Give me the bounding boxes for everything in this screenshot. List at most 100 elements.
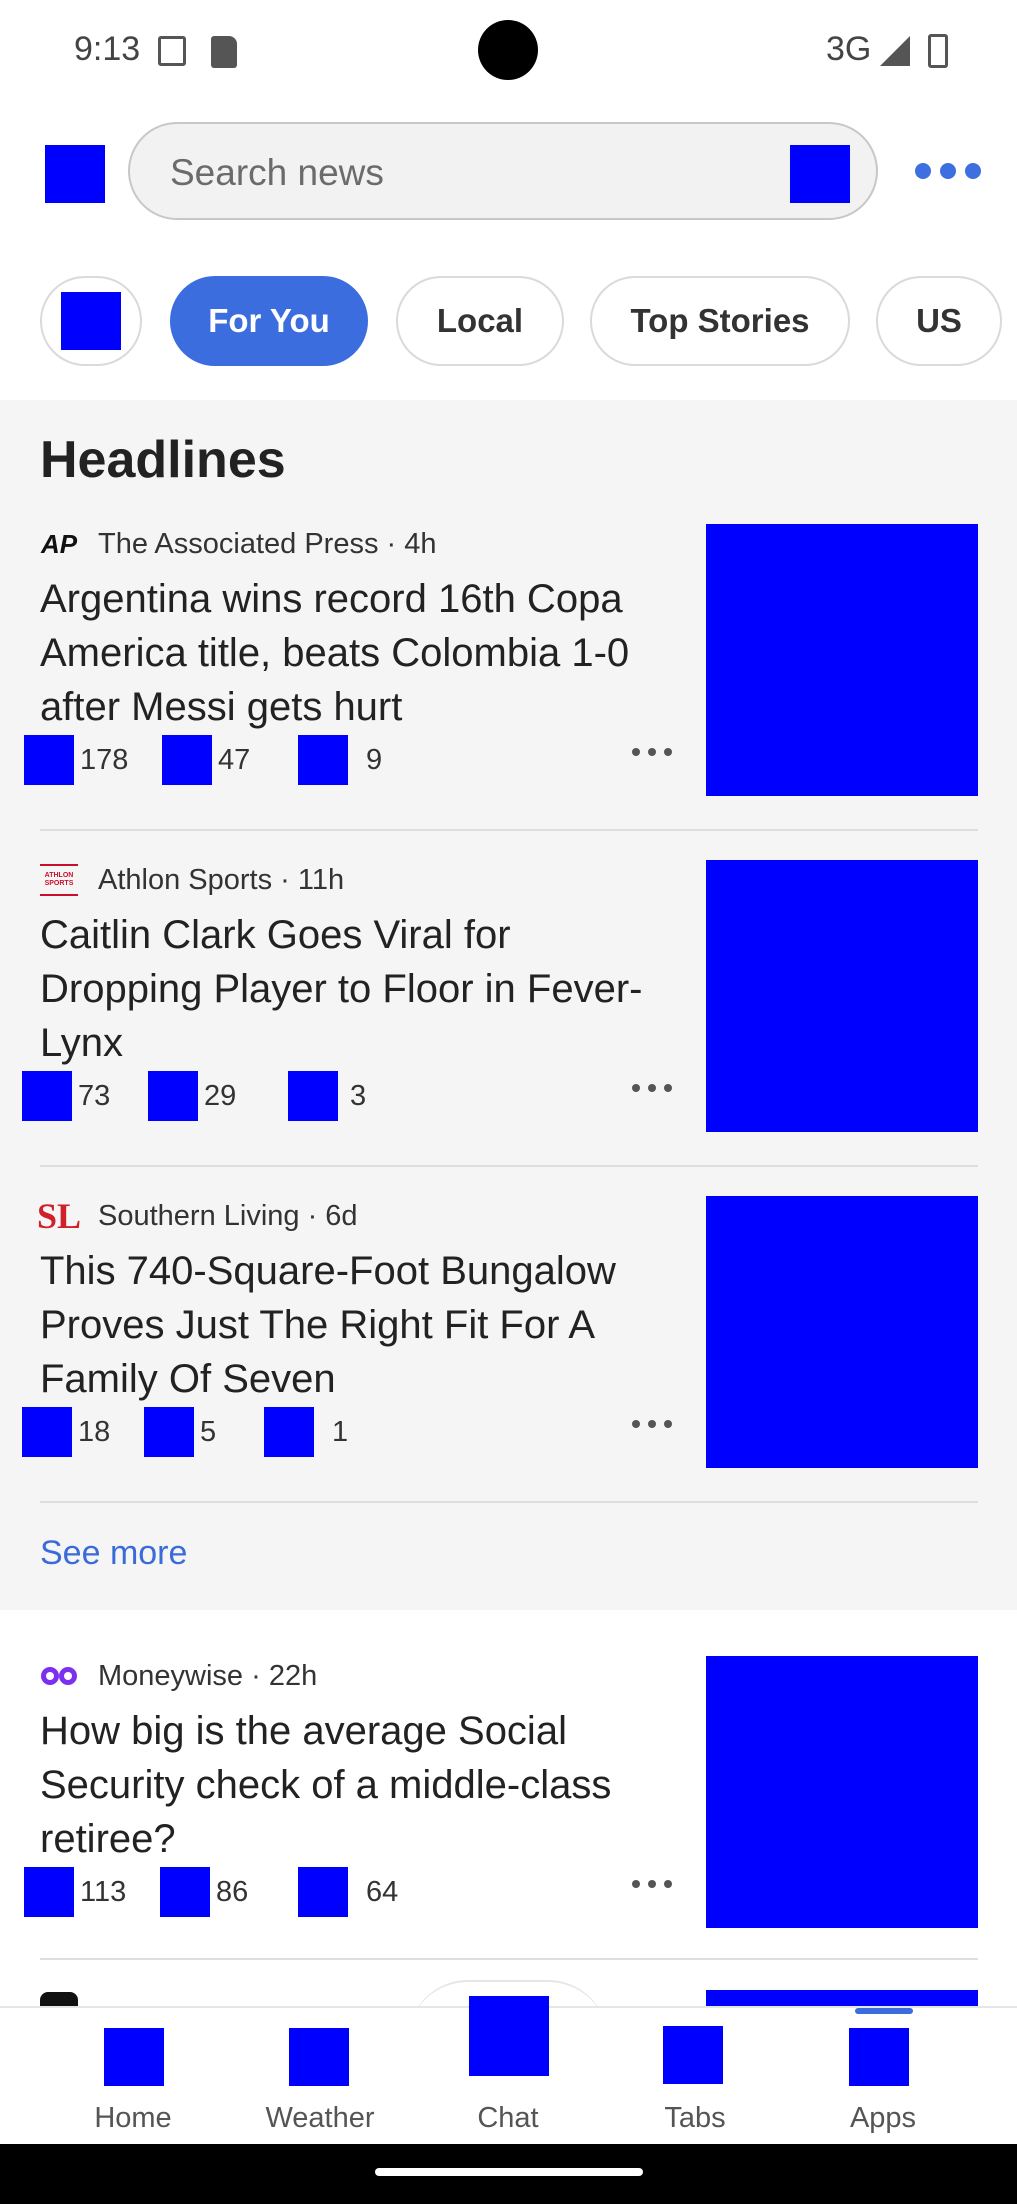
like-button[interactable]: 178 bbox=[24, 734, 128, 786]
like-count: 18 bbox=[78, 1415, 111, 1448]
tab-us[interactable]: US bbox=[876, 276, 1002, 366]
status-bar: 9:13 3G bbox=[0, 0, 1017, 100]
home-icon bbox=[104, 2028, 164, 2086]
source-label: Moneywise · 22h bbox=[98, 1659, 318, 1692]
app-logo-icon[interactable] bbox=[45, 145, 105, 203]
system-gesture-area bbox=[0, 2144, 1017, 2204]
battery-icon bbox=[928, 34, 948, 68]
dislike-count: 5 bbox=[200, 1415, 217, 1448]
network-type: 3G bbox=[826, 30, 872, 68]
dislike-button[interactable]: 47 bbox=[162, 734, 250, 786]
source-label: Southern Living · 6d bbox=[98, 1199, 358, 1232]
more-options-icon[interactable] bbox=[915, 158, 981, 184]
article-card[interactable]: Moneywise · 22h How big is the average S… bbox=[0, 1656, 1017, 1992]
article-more-icon[interactable] bbox=[632, 1880, 672, 1890]
nav-label: Weather bbox=[265, 2102, 375, 2134]
comment-icon bbox=[298, 735, 348, 785]
camera-cutout bbox=[478, 20, 538, 80]
comment-icon bbox=[264, 1407, 314, 1457]
article-card[interactable]: ATHLON SPORTS Athlon Sports · 11h Caitli… bbox=[0, 860, 1017, 1196]
article-actions: 73 29 3 bbox=[0, 1070, 680, 1122]
tab-for-you[interactable]: For You bbox=[170, 276, 368, 366]
article-card[interactable]: SL Southern Living · 6d This 740-Square-… bbox=[0, 1196, 1017, 1532]
chat-icon bbox=[469, 1996, 549, 2076]
section-title: Headlines bbox=[40, 431, 286, 489]
article-card[interactable]: AP The Associated Press · 4h Argentina w… bbox=[0, 524, 1017, 860]
comment-count: 9 bbox=[366, 743, 383, 776]
comment-button[interactable]: 64 bbox=[298, 1866, 398, 1918]
comment-icon bbox=[288, 1071, 338, 1121]
comment-icon bbox=[298, 1867, 348, 1917]
status-time: 9:13 bbox=[74, 30, 141, 68]
like-button[interactable]: 73 bbox=[22, 1070, 110, 1122]
comment-count: 1 bbox=[332, 1415, 349, 1448]
divider bbox=[40, 1501, 978, 1503]
nav-weather[interactable]: Weather bbox=[235, 2008, 405, 2146]
divider bbox=[40, 829, 978, 831]
like-count: 73 bbox=[78, 1079, 111, 1112]
comment-count: 3 bbox=[350, 1079, 367, 1112]
source-label: Athlon Sports · 11h bbox=[98, 863, 345, 896]
weather-icon bbox=[289, 2028, 349, 2086]
tabs-icon bbox=[663, 2026, 723, 2084]
search-input[interactable]: Search news bbox=[128, 122, 878, 220]
nav-label: Tabs bbox=[664, 2102, 726, 2134]
thumbs-up-icon bbox=[24, 735, 74, 785]
personalize-icon bbox=[61, 292, 121, 350]
article-title[interactable]: Caitlin Clark Goes Viral for Dropping Pl… bbox=[40, 908, 670, 1070]
article-source: AP The Associated Press · 4h bbox=[40, 524, 437, 564]
dislike-button[interactable]: 86 bbox=[160, 1866, 248, 1918]
southern-living-logo-icon: SL bbox=[36, 1196, 82, 1236]
screenshot-icon bbox=[158, 36, 186, 66]
article-title[interactable]: This 740-Square-Foot Bungalow Proves Jus… bbox=[40, 1244, 670, 1406]
article-thumbnail[interactable] bbox=[706, 1196, 978, 1468]
article-thumbnail[interactable] bbox=[706, 1656, 978, 1928]
article-thumbnail[interactable] bbox=[706, 524, 978, 796]
divider bbox=[40, 1165, 978, 1167]
tab-top-stories[interactable]: Top Stories bbox=[590, 276, 850, 366]
tab-local[interactable]: Local bbox=[396, 276, 564, 366]
article-actions: 178 47 9 bbox=[0, 734, 680, 786]
article-actions: 113 86 64 bbox=[0, 1866, 680, 1918]
article-actions: 18 5 1 bbox=[0, 1406, 680, 1458]
comment-button[interactable]: 3 bbox=[288, 1070, 366, 1122]
like-count: 178 bbox=[80, 743, 129, 776]
nav-label: Home bbox=[94, 2102, 172, 2134]
article-source: ATHLON SPORTS Athlon Sports · 11h bbox=[40, 860, 344, 900]
home-gesture-handle[interactable] bbox=[375, 2168, 643, 2176]
dislike-button[interactable]: 5 bbox=[144, 1406, 216, 1458]
divider bbox=[40, 1958, 978, 1960]
article-more-icon[interactable] bbox=[632, 1420, 672, 1430]
tab-personalize[interactable] bbox=[40, 276, 142, 366]
nav-home[interactable]: Home bbox=[48, 2008, 218, 2146]
dislike-button[interactable]: 29 bbox=[148, 1070, 236, 1122]
nav-label: Apps bbox=[849, 2102, 917, 2134]
thumbs-down-icon bbox=[148, 1071, 198, 1121]
article-more-icon[interactable] bbox=[632, 748, 672, 758]
search-action-icon[interactable] bbox=[790, 145, 850, 203]
nav-tabs[interactable]: Tabs bbox=[610, 2008, 780, 2146]
article-title[interactable]: How big is the average Social Security c… bbox=[40, 1704, 670, 1866]
athlon-sports-logo-icon: ATHLON SPORTS bbox=[40, 864, 78, 896]
next-article-thumbnail[interactable] bbox=[706, 1990, 978, 2006]
bottom-nav: Home Weather Chat Tabs Apps bbox=[0, 1996, 1017, 2146]
comment-button[interactable]: 9 bbox=[298, 734, 382, 786]
article-title[interactable]: Argentina wins record 16th Copa America … bbox=[40, 572, 670, 734]
sd-card-icon bbox=[211, 36, 237, 68]
like-button[interactable]: 18 bbox=[22, 1406, 110, 1458]
comment-button[interactable]: 1 bbox=[264, 1406, 348, 1458]
headlines-section: Headlines AP The Associated Press · 4h A… bbox=[0, 400, 1017, 1610]
article-source: Moneywise · 22h bbox=[40, 1656, 317, 1696]
see-more-link[interactable]: See more bbox=[40, 1534, 187, 1573]
like-button[interactable]: 113 bbox=[24, 1866, 126, 1918]
dislike-count: 86 bbox=[216, 1875, 249, 1908]
dislike-count: 29 bbox=[204, 1079, 237, 1112]
nav-chat[interactable]: Chat bbox=[423, 1996, 593, 2146]
top-bar: Search news bbox=[0, 100, 1017, 240]
article-source: SL Southern Living · 6d bbox=[36, 1196, 358, 1236]
article-thumbnail[interactable] bbox=[706, 860, 978, 1132]
category-tabs: For You Local Top Stories US bbox=[0, 240, 1017, 400]
article-more-icon[interactable] bbox=[632, 1084, 672, 1094]
nav-apps[interactable]: Apps bbox=[798, 2008, 968, 2146]
search-placeholder: Search news bbox=[170, 152, 384, 193]
